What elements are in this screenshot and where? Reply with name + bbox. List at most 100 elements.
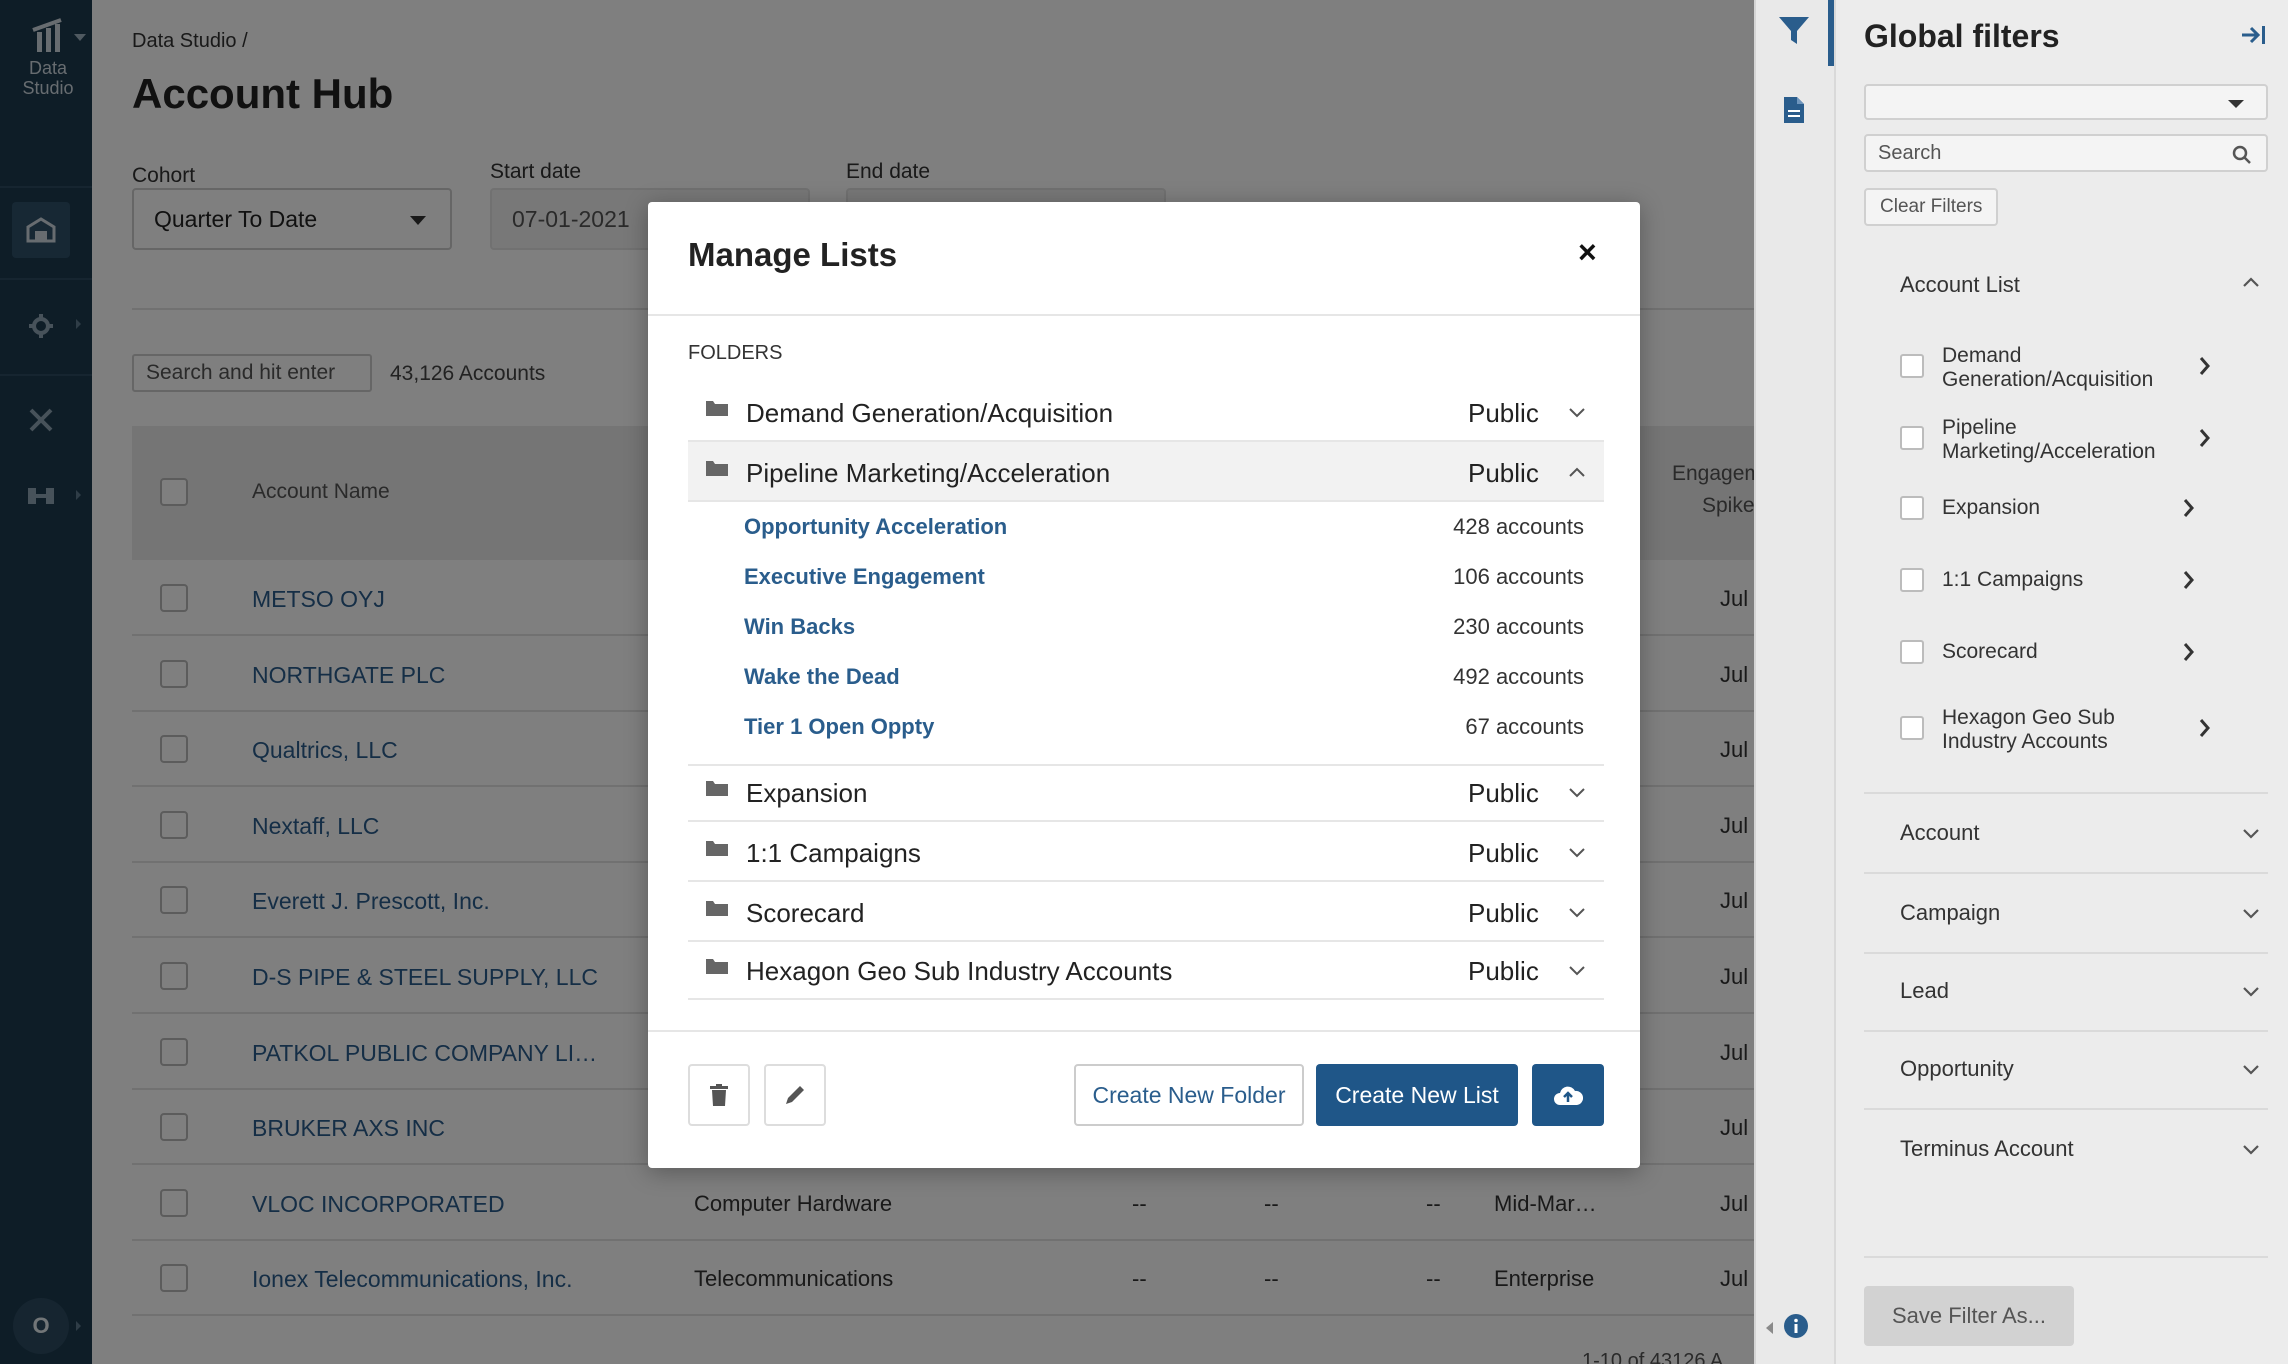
filter-item-label: Expansion [1942, 496, 2041, 519]
chevron-down-icon [1569, 788, 1585, 798]
folder-row[interactable]: 1:1 Campaigns Public [688, 822, 1604, 882]
close-icon[interactable]: × [1578, 236, 1597, 268]
folder-toggle[interactable] [1568, 964, 1586, 977]
filter-search-placeholder: Search [1878, 141, 1942, 164]
folder-row[interactable]: Pipeline Marketing/Acceleration Public [688, 442, 1604, 502]
clear-filters-button[interactable]: Clear Filters [1864, 188, 1999, 226]
folder-icon-wrap [706, 957, 728, 975]
collapse-panel-button[interactable] [2240, 24, 2266, 46]
save-filter-button[interactable]: Save Filter As... [1864, 1286, 2074, 1346]
section-toggle[interactable] [2242, 1064, 2260, 1076]
section-divider [1864, 1256, 2268, 1258]
filter-item-label: Pipeline Marketing/Acceleration [1942, 416, 2156, 463]
filter-checkbox[interactable] [1900, 354, 1924, 378]
filter-icon [1779, 17, 1809, 44]
filter-section-account[interactable]: Account [1900, 820, 1980, 846]
folder-name: Expansion [746, 778, 868, 808]
filter-item-label: Hexagon Geo Sub Industry Accounts [1942, 706, 2115, 753]
collapse-right-icon [2242, 26, 2265, 44]
filter-section-campaign[interactable]: Campaign [1900, 900, 2000, 926]
folder-icon [706, 461, 728, 476]
folders-label: FOLDERS [688, 342, 783, 364]
filter-item-expand[interactable] [2198, 356, 2212, 376]
list-name-link[interactable]: Tier 1 Open Oppty [744, 714, 934, 740]
folder-visibility: Public [1468, 398, 1539, 428]
document-icon [1784, 97, 1804, 123]
create-new-list-button[interactable]: Create New List [1316, 1064, 1518, 1126]
folder-toggle[interactable] [1568, 786, 1586, 799]
list-name-link[interactable]: Win Backs [744, 614, 855, 640]
panel-title: Global filters [1864, 18, 2060, 54]
edit-button[interactable] [764, 1064, 826, 1126]
filter-item-label: Demand Generation/Acquisition [1942, 344, 2154, 391]
delete-button[interactable] [688, 1064, 750, 1126]
list-name-link[interactable]: Wake the Dead [744, 664, 900, 690]
filter-checkbox[interactable] [1900, 426, 1924, 450]
section-divider [1864, 952, 2268, 954]
folder-icon-wrap [706, 899, 728, 917]
chevron-down-icon [2243, 1145, 2259, 1155]
filter-checkbox[interactable] [1900, 496, 1924, 520]
folder-toggle[interactable] [1568, 906, 1586, 919]
list-item[interactable]: Executive Engagement 106 accounts [744, 556, 1584, 596]
filter-tab[interactable] [1778, 16, 1810, 46]
list-item[interactable]: Tier 1 Open Oppty 67 accounts [744, 706, 1584, 746]
document-tab[interactable] [1783, 96, 1805, 124]
folder-icon-wrap [706, 779, 728, 797]
chevron-right-icon [2199, 357, 2210, 375]
list-name-link[interactable]: Executive Engagement [744, 564, 985, 590]
folder-toggle[interactable] [1568, 466, 1586, 479]
folder-icon-wrap [706, 459, 728, 477]
cloud-upload-icon [1554, 1086, 1583, 1105]
folder-toggle[interactable] [1568, 406, 1586, 419]
create-new-folder-button[interactable]: Create New Folder [1074, 1064, 1304, 1126]
folder-row[interactable]: Hexagon Geo Sub Industry Accounts Public [688, 940, 1604, 1000]
section-divider [1864, 872, 2268, 874]
filter-section-opportunity[interactable]: Opportunity [1900, 1056, 2014, 1082]
folder-name: 1:1 Campaigns [746, 838, 921, 868]
chevron-right-icon [2183, 499, 2194, 517]
section-divider [1864, 1108, 2268, 1110]
chevron-up-icon[interactable] [2242, 276, 2260, 288]
section-toggle[interactable] [2242, 1144, 2260, 1156]
list-name-link[interactable]: Opportunity Acceleration [744, 514, 1007, 540]
filter-section-terminus-account[interactable]: Terminus Account [1900, 1136, 2074, 1162]
section-account-list-label[interactable]: Account List [1900, 272, 2020, 298]
section-toggle[interactable] [2242, 986, 2260, 998]
modal-divider [648, 1030, 1640, 1032]
filter-checkbox[interactable] [1900, 640, 1924, 664]
chevron-right-icon [2199, 429, 2210, 447]
list-item[interactable]: Win Backs 230 accounts [744, 606, 1584, 646]
chevron-down-icon [2243, 909, 2259, 919]
list-account-count: 106 accounts [1453, 564, 1584, 589]
panel-icon-rail [1754, 0, 1834, 1364]
folder-row[interactable]: Scorecard Public [688, 882, 1604, 942]
folder-icon [706, 959, 728, 974]
filter-item-expand[interactable] [2182, 642, 2196, 662]
filter-checkbox[interactable] [1900, 716, 1924, 740]
folder-row[interactable]: Expansion Public [688, 762, 1604, 822]
folder-toggle[interactable] [1568, 846, 1586, 859]
filter-item-expand[interactable] [2198, 428, 2212, 448]
filter-section-lead[interactable]: Lead [1900, 978, 1949, 1004]
section-divider [1864, 792, 2268, 794]
filter-item-label: 1:1 Campaigns [1942, 568, 2084, 591]
info-button[interactable] [1784, 1314, 1808, 1338]
folder-row[interactable]: Demand Generation/Acquisition Public [688, 382, 1604, 442]
filter-item-expand[interactable] [2182, 570, 2196, 590]
saved-filter-select[interactable] [1864, 84, 2268, 120]
folder-visibility: Public [1468, 778, 1539, 808]
upload-button[interactable] [1532, 1064, 1604, 1126]
list-item[interactable]: Opportunity Acceleration 428 accounts [744, 506, 1584, 546]
filter-checkbox[interactable] [1900, 568, 1924, 592]
section-toggle[interactable] [2242, 828, 2260, 840]
filter-item-expand[interactable] [2182, 498, 2196, 518]
chevron-down-icon [2243, 829, 2259, 839]
list-item[interactable]: Wake the Dead 492 accounts [744, 656, 1584, 696]
list-account-count: 428 accounts [1453, 514, 1584, 539]
filter-search-input[interactable]: Search [1864, 134, 2268, 172]
filter-item-expand[interactable] [2198, 718, 2212, 738]
section-toggle[interactable] [2242, 908, 2260, 920]
folder-icon-wrap [706, 399, 728, 417]
collapse-left-icon[interactable] [1766, 1322, 1773, 1334]
